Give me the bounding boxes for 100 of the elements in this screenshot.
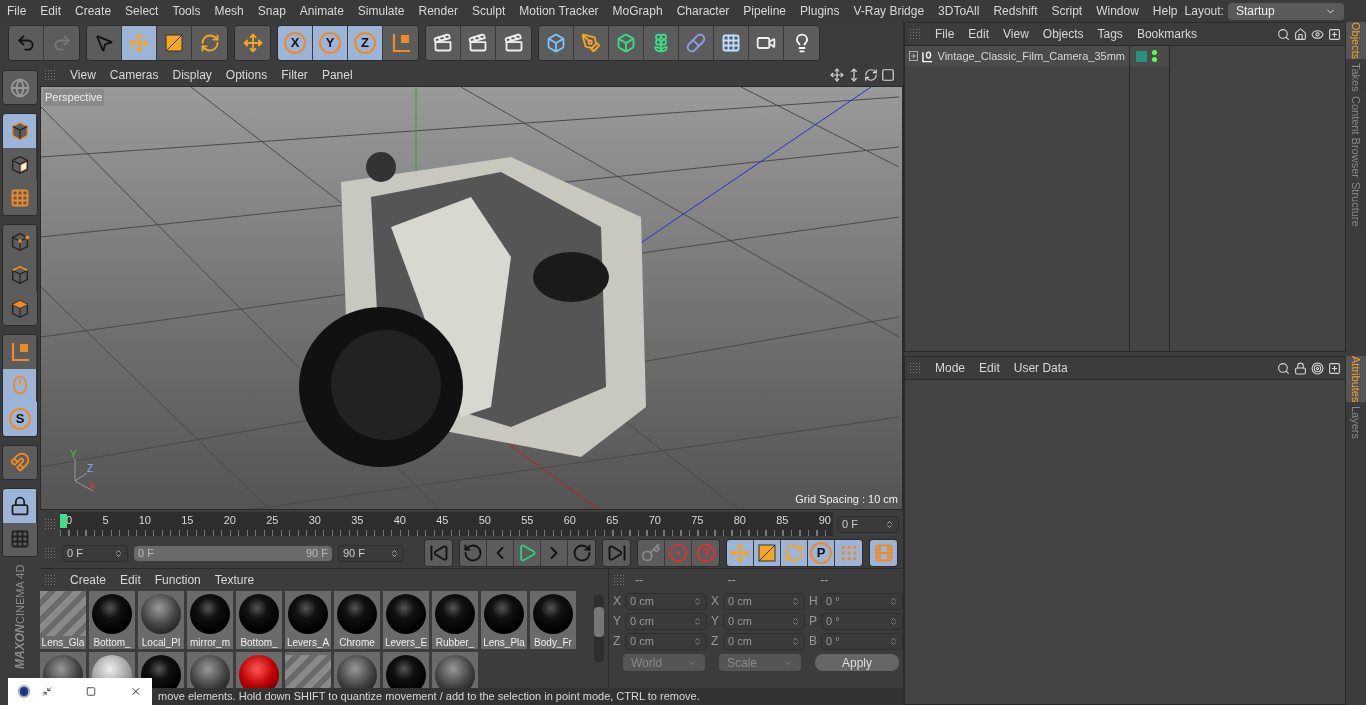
menu-item[interactable]: Plugins	[793, 2, 847, 20]
layer-color-swatch[interactable]	[1136, 50, 1147, 62]
coordinate-field[interactable]: 0 °	[821, 632, 903, 650]
menu-item[interactable]: View	[70, 66, 96, 84]
orbit-icon[interactable]	[864, 68, 878, 82]
material-swatch[interactable]: Bottom_	[89, 591, 135, 649]
menu-item[interactable]: Tags	[1097, 25, 1123, 43]
coordinate-field[interactable]: 0 cm	[723, 592, 805, 610]
menu-item[interactable]: Sculpt	[464, 2, 513, 20]
menu-item[interactable]: Edit	[33, 2, 69, 20]
lock-icon[interactable]	[1294, 361, 1307, 375]
maximize-icon[interactable]	[86, 686, 97, 697]
tool-button[interactable]	[609, 26, 644, 60]
pan-icon[interactable]	[830, 68, 844, 82]
tool-button[interactable]	[3, 445, 37, 480]
tool-button[interactable]	[749, 26, 784, 60]
coordinate-field[interactable]: 0 cm	[723, 632, 805, 650]
tool-button[interactable]	[714, 26, 749, 60]
menu-item[interactable]: Redshift	[986, 2, 1045, 20]
tool-button[interactable]	[781, 540, 808, 566]
menu-item[interactable]: Snap	[250, 2, 293, 20]
menu-item[interactable]: V-Ray Bridge	[846, 2, 932, 20]
menu-item[interactable]: Script	[1044, 2, 1090, 20]
material-swatch[interactable]: Body_Fr	[530, 591, 576, 649]
menu-item[interactable]: Edit	[120, 571, 141, 589]
tool-button[interactable]	[3, 71, 37, 105]
tool-button[interactable]	[3, 147, 37, 182]
menu-item[interactable]: Select	[118, 2, 166, 20]
menu-item[interactable]: Function	[154, 571, 201, 589]
coordinate-field[interactable]: 0 cm	[625, 632, 707, 650]
object-row[interactable]: Vintage_Classic_Film_Camera_35mm	[905, 46, 1129, 66]
side-tab[interactable]: Attributes	[1346, 356, 1366, 403]
start-frame-field[interactable]: 0 F	[62, 544, 128, 562]
menu-item[interactable]: Mesh	[207, 2, 251, 20]
menu-item[interactable]: File	[0, 2, 34, 20]
coordinate-field[interactable]: 0 cm	[625, 592, 707, 610]
menu-item[interactable]: 3DToAll	[931, 2, 987, 20]
expand-icon[interactable]	[909, 51, 919, 61]
target-icon[interactable]	[1311, 361, 1324, 375]
axis-toggle-button[interactable]: Y	[313, 26, 348, 60]
menu-item[interactable]: Character	[669, 2, 737, 20]
material-swatch[interactable]: Lens_Pla	[481, 591, 527, 649]
search-icon[interactable]	[1277, 361, 1290, 375]
menu-item[interactable]: Edit	[979, 359, 1000, 377]
menu-item[interactable]: Pipeline	[736, 2, 794, 20]
material-swatch[interactable]: Levers_E	[383, 591, 429, 649]
tool-button[interactable]	[727, 540, 754, 566]
eye-icon[interactable]	[1311, 27, 1324, 41]
axis-toggle-button[interactable]: P	[808, 540, 835, 566]
tool-button[interactable]	[3, 489, 37, 523]
menu-item[interactable]: Create	[68, 2, 119, 20]
restore-icon[interactable]	[42, 686, 53, 697]
tool-button[interactable]	[3, 368, 37, 403]
menu-item[interactable]: Mode	[935, 359, 966, 377]
axis-toggle-button[interactable]: S	[3, 402, 37, 436]
tool-button[interactable]	[461, 26, 496, 60]
home-icon[interactable]	[1294, 27, 1307, 41]
new-panel-icon[interactable]	[1328, 27, 1341, 41]
search-icon[interactable]	[1277, 27, 1290, 41]
visibility-dots-icon[interactable]	[1152, 50, 1157, 62]
tool-button[interactable]	[644, 26, 679, 60]
material-swatch[interactable]: mirror_m	[187, 591, 233, 649]
material-swatch[interactable]: Rubber_	[432, 591, 478, 649]
tool-button[interactable]	[514, 540, 541, 566]
axis-toggle-button[interactable]: Z	[348, 26, 383, 60]
axis-toggle-button[interactable]: X	[278, 26, 313, 60]
menu-item[interactable]: Objects	[1042, 25, 1084, 43]
current-frame-field[interactable]: 0 F	[837, 515, 899, 533]
new-panel-icon[interactable]	[1328, 361, 1341, 375]
menu-item[interactable]: Cameras	[109, 66, 159, 84]
menu-item[interactable]: Texture	[214, 571, 255, 589]
menu-item[interactable]: Filter	[281, 66, 308, 84]
material-swatch[interactable]: Local_Pl	[138, 591, 184, 649]
tool-button[interactable]	[3, 114, 37, 148]
tool-button[interactable]	[3, 291, 37, 326]
coordinate-field[interactable]: 0 cm	[625, 612, 707, 630]
close-icon[interactable]	[130, 685, 142, 698]
material-swatch[interactable]: Chrome	[334, 591, 380, 649]
coordinate-field[interactable]: 0 °	[821, 612, 903, 630]
tool-button[interactable]	[157, 26, 192, 60]
menu-item[interactable]: Tools	[165, 2, 208, 20]
tool-button[interactable]	[784, 26, 819, 60]
tool-button[interactable]	[3, 522, 37, 556]
material-swatch[interactable]: Lens_Gla	[40, 591, 86, 649]
tool-button[interactable]	[574, 26, 609, 60]
menu-item[interactable]: File	[935, 25, 955, 43]
material-swatch[interactable]: Levers_A	[285, 591, 331, 649]
menu-item[interactable]: Motion Tracker	[512, 2, 606, 20]
menu-item[interactable]: Display	[172, 66, 212, 84]
coordinate-field[interactable]: 0 °	[821, 592, 903, 610]
scrollbar[interactable]	[594, 595, 604, 662]
menu-item[interactable]: User Data	[1013, 359, 1068, 377]
menu-item[interactable]: Help	[1145, 2, 1185, 20]
menu-item[interactable]: Render	[411, 2, 465, 20]
coordinate-field[interactable]: 0 cm	[723, 612, 805, 630]
end-frame-field[interactable]: 90 F	[338, 544, 404, 562]
apply-button[interactable]: Apply	[815, 654, 899, 671]
menu-item[interactable]: Window	[1089, 2, 1146, 20]
tool-button[interactable]	[754, 540, 781, 566]
menu-item[interactable]: Animate	[292, 2, 351, 20]
